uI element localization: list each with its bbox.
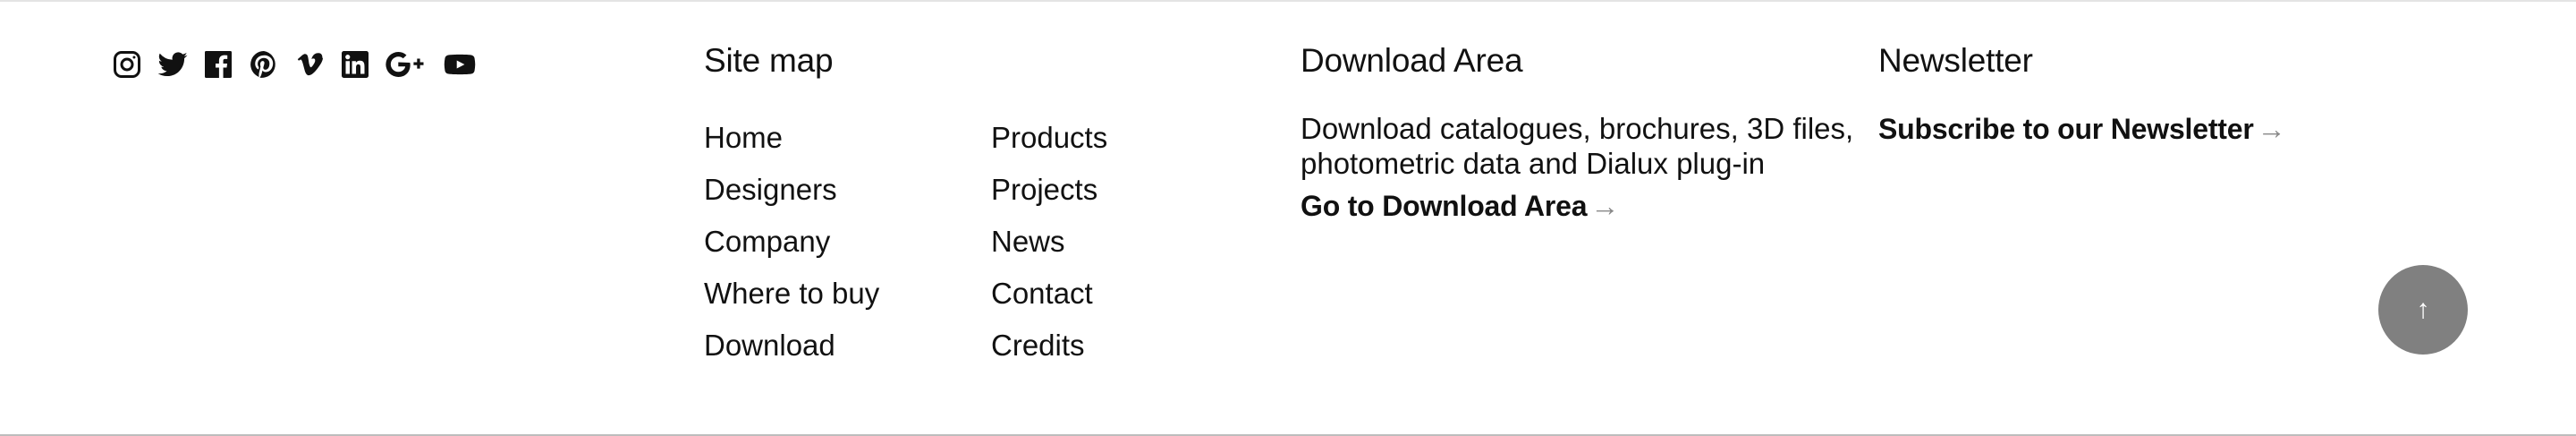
google-plus-icon[interactable] [384,48,428,81]
download-area-link-label: Go to Download Area [1301,190,1588,222]
instagram-icon[interactable] [110,48,144,81]
download-area-link[interactable]: Go to Download Area → [1301,190,1619,223]
twitter-icon[interactable] [156,48,190,81]
youtube-icon[interactable] [440,48,479,81]
top-divider [0,0,2576,2]
scroll-to-top-button[interactable]: ↑ [2378,265,2468,355]
sitemap-column-2: Products Projects News Contact Credits [991,118,1107,378]
newsletter-title: Newsletter [1878,42,2033,79]
sitemap-item-projects[interactable]: Projects [991,170,1107,222]
newsletter-subscribe-link[interactable]: Subscribe to our Newsletter → [1878,113,2286,146]
facebook-icon[interactable] [201,48,235,81]
sitemap-title: Site map [704,42,834,79]
social-icons [110,48,479,81]
sitemap-item-products[interactable]: Products [991,118,1107,170]
sitemap-item-designers[interactable]: Designers [704,170,879,222]
sitemap-item-credits[interactable]: Credits [991,326,1107,378]
sitemap-column-1: Home Designers Company Where to buy Down… [704,118,879,378]
arrow-right-icon: → [2257,113,2286,145]
pinterest-icon[interactable] [247,48,281,81]
sitemap-item-download[interactable]: Download [704,326,879,378]
arrow-right-icon: → [1590,190,1620,222]
download-area-description: Download catalogues, brochures, 3D files… [1301,112,1854,180]
sitemap-item-contact[interactable]: Contact [991,274,1107,326]
sitemap-item-news[interactable]: News [991,222,1107,274]
vimeo-icon[interactable] [292,48,326,81]
download-area-title: Download Area [1301,42,1523,79]
linkedin-icon[interactable] [338,48,372,81]
sitemap-item-where-to-buy[interactable]: Where to buy [704,274,879,326]
sitemap-item-home[interactable]: Home [704,118,879,170]
sitemap-item-company[interactable]: Company [704,222,879,274]
arrow-up-icon: ↑ [2416,295,2430,324]
newsletter-subscribe-label: Subscribe to our Newsletter [1878,113,2254,145]
